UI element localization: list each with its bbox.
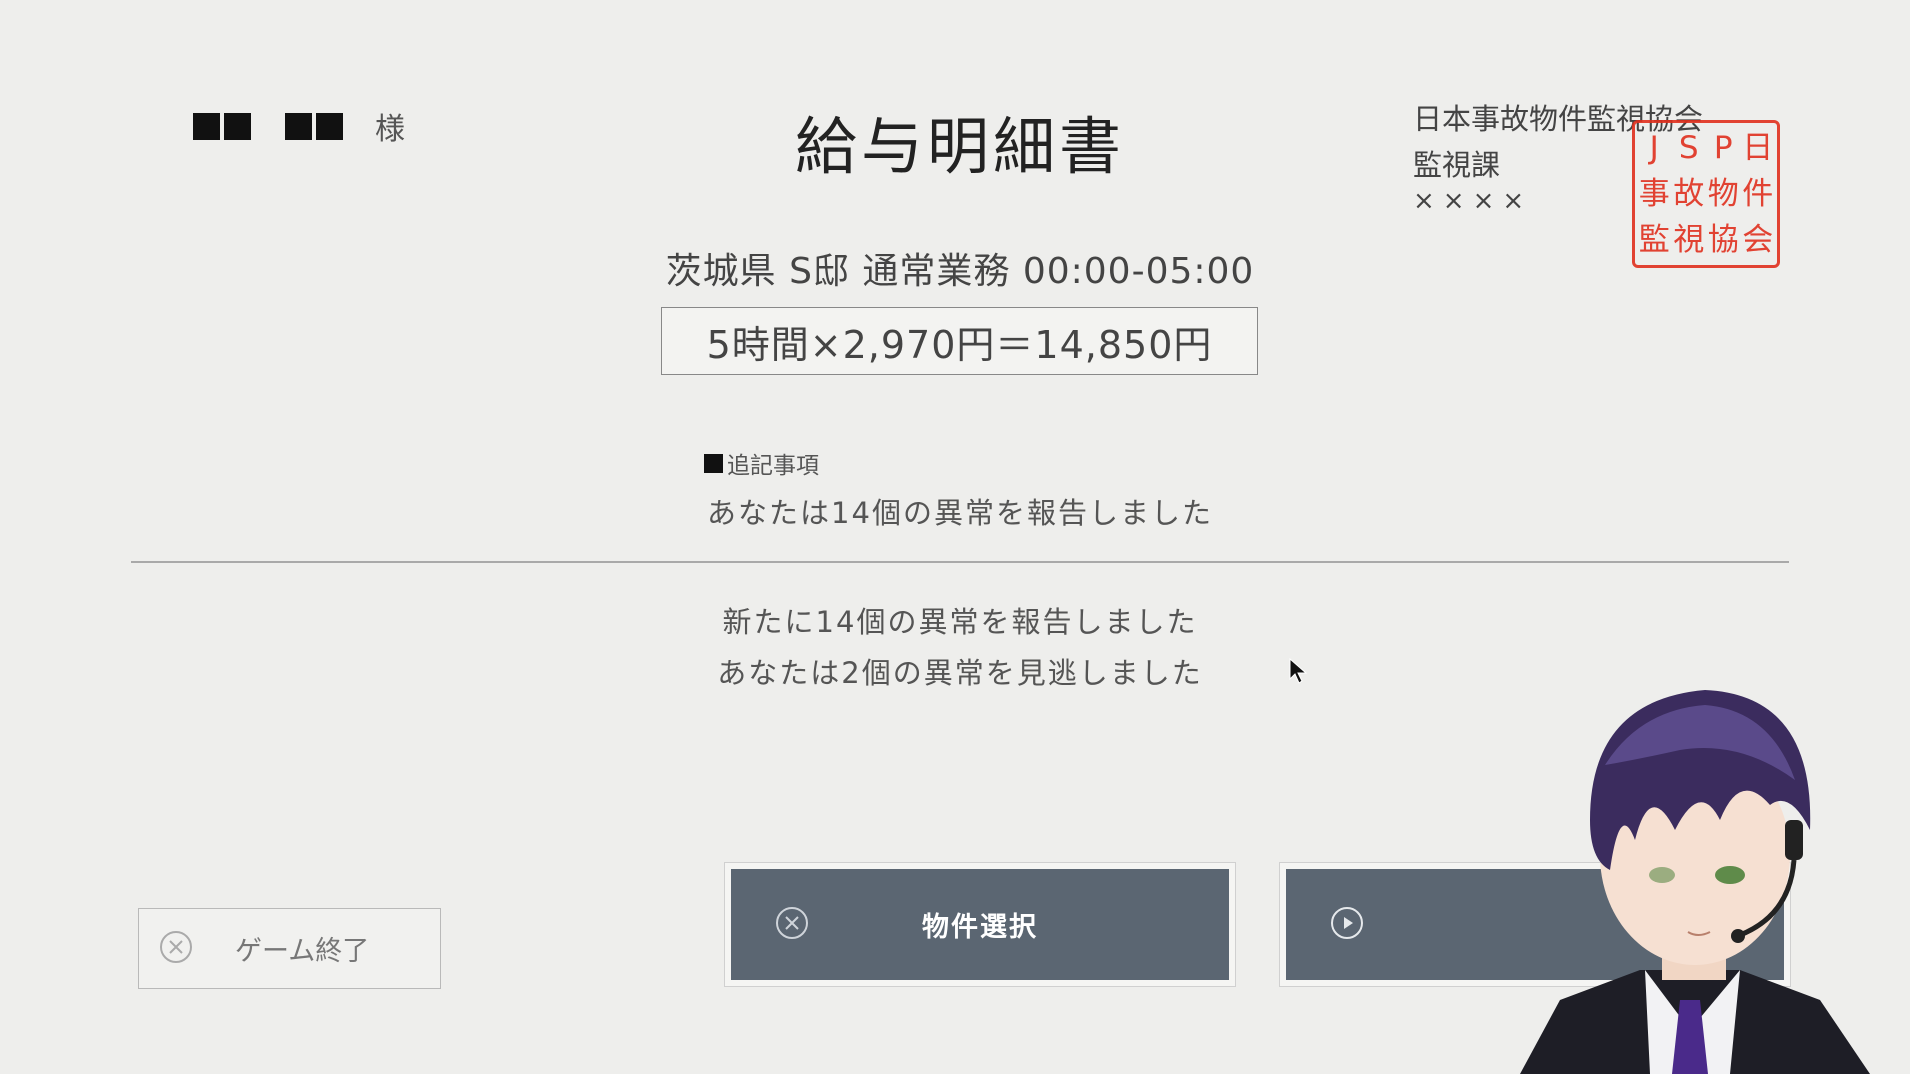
- payslip-screen: 様 給与明細書 日本事故物件監視協会 監視課 ×××× J S P 日 事 故 …: [0, 0, 1910, 1074]
- seal-char: 視: [1673, 221, 1705, 258]
- redacted-block: [285, 112, 312, 140]
- company-seal: J S P 日 事 故 物 件 監 視 協 会: [1632, 120, 1780, 268]
- seal-char: 物: [1707, 175, 1739, 212]
- redacted-block: [316, 112, 343, 140]
- play-circle-icon: [1330, 906, 1364, 944]
- notes-line: あなたは14個の異常を報告しました: [707, 496, 1213, 530]
- seal-char: 故: [1673, 175, 1705, 212]
- seal-char: 件: [1742, 175, 1774, 212]
- redacted-block: [224, 112, 251, 140]
- seal-char: P: [1713, 129, 1733, 166]
- recipient-name: 様: [193, 104, 405, 148]
- notes-heading: 追記事項: [704, 446, 819, 480]
- bullet-square-icon: [704, 453, 723, 473]
- mouse-cursor-icon: [1289, 658, 1308, 684]
- seal-char: 会: [1742, 221, 1774, 258]
- close-circle-icon: [159, 930, 193, 968]
- seal-char: 監: [1638, 221, 1670, 258]
- pay-calculation: 5時間×2,970円＝14,850円: [706, 322, 1213, 367]
- page-title: 給与明細書: [794, 110, 1125, 183]
- divider: [131, 561, 1789, 563]
- redacted-block: [193, 112, 220, 140]
- shift-summary: 茨城県 S邸 通常業務 00:00-05:00: [665, 251, 1255, 292]
- seal-char: 事: [1638, 175, 1670, 212]
- close-circle-icon: [775, 906, 809, 944]
- seal-char: 協: [1707, 221, 1739, 258]
- quit-game-button[interactable]: ゲーム終了: [138, 908, 441, 989]
- result-missed: あなたは2個の異常を見逃しました: [717, 656, 1203, 690]
- property-select-button[interactable]: 物件選択: [724, 862, 1236, 987]
- recipient-honorific: 様: [375, 112, 405, 147]
- pay-calculation-box: 5時間×2,970円＝14,850円: [661, 307, 1258, 375]
- quit-game-label: ゲーム終了: [235, 936, 370, 967]
- seal-char: J: [1649, 129, 1659, 166]
- vtuber-avatar: [1520, 690, 1870, 1074]
- seal-char: 日: [1742, 129, 1774, 166]
- notes-heading-label: 追記事項: [727, 453, 819, 479]
- seal-char: S: [1678, 129, 1699, 166]
- result-reported: 新たに14個の異常を報告しました: [722, 605, 1198, 639]
